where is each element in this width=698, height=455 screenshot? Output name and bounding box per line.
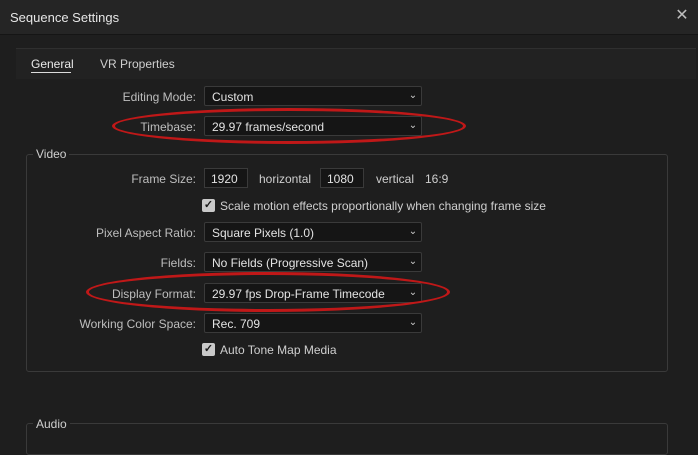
frame-height-input[interactable]: 1080 xyxy=(320,168,364,188)
fields-label: Fields: xyxy=(160,256,196,270)
vertical-label: vertical xyxy=(376,172,415,186)
close-icon[interactable]: ✕ xyxy=(672,6,692,26)
working-color-space-label: Working Color Space: xyxy=(79,317,197,331)
checkmark-icon: ✓ xyxy=(203,199,214,211)
timebase-annotation-circle xyxy=(112,108,466,144)
horizontal-label: horizontal xyxy=(259,172,312,186)
working-color-space-value: Rec. 709 xyxy=(212,317,261,331)
audio-section-title: Audio xyxy=(33,417,70,431)
active-tab-underline xyxy=(31,72,71,73)
checkmark-icon: ✓ xyxy=(203,343,214,355)
chevron-down-icon: ⌄ xyxy=(408,317,418,328)
auto-tone-map-label: Auto Tone Map Media xyxy=(220,343,337,357)
scale-motion-checkbox[interactable]: ✓ xyxy=(202,199,215,212)
pixel-aspect-ratio-value: Square Pixels (1.0) xyxy=(212,226,315,240)
chevron-down-icon: ⌄ xyxy=(408,226,418,237)
editing-mode-select[interactable]: Custom ⌄ xyxy=(204,86,422,106)
aspect-ratio-readout: 16:9 xyxy=(425,172,449,186)
frame-width-input[interactable]: 1920 xyxy=(204,168,248,188)
working-color-space-select[interactable]: Rec. 709 ⌄ xyxy=(204,313,422,333)
tab-general[interactable]: General xyxy=(31,57,74,71)
title-bar: Sequence Settings ✕ xyxy=(0,0,698,35)
fields-select[interactable]: No Fields (Progressive Scan) ⌄ xyxy=(204,252,422,272)
audio-panel xyxy=(26,423,668,455)
fields-value: No Fields (Progressive Scan) xyxy=(212,256,369,270)
tab-vr-properties[interactable]: VR Properties xyxy=(100,57,175,71)
chevron-down-icon: ⌄ xyxy=(408,90,418,101)
pixel-aspect-ratio-select[interactable]: Square Pixels (1.0) ⌄ xyxy=(204,222,422,242)
editing-mode-value: Custom xyxy=(212,90,254,104)
pixel-aspect-ratio-label: Pixel Aspect Ratio: xyxy=(95,226,196,240)
frame-size-label: Frame Size: xyxy=(131,172,196,186)
display-format-annotation-circle xyxy=(86,272,450,312)
video-section-title: Video xyxy=(33,147,70,161)
chevron-down-icon: ⌄ xyxy=(408,256,418,267)
scale-motion-label: Scale motion effects proportionally when… xyxy=(220,199,546,213)
window-title: Sequence Settings xyxy=(10,10,120,25)
editing-mode-label: Editing Mode: xyxy=(122,90,196,104)
auto-tone-map-checkbox[interactable]: ✓ xyxy=(202,343,215,356)
tab-bar: General VR Properties xyxy=(16,48,696,79)
